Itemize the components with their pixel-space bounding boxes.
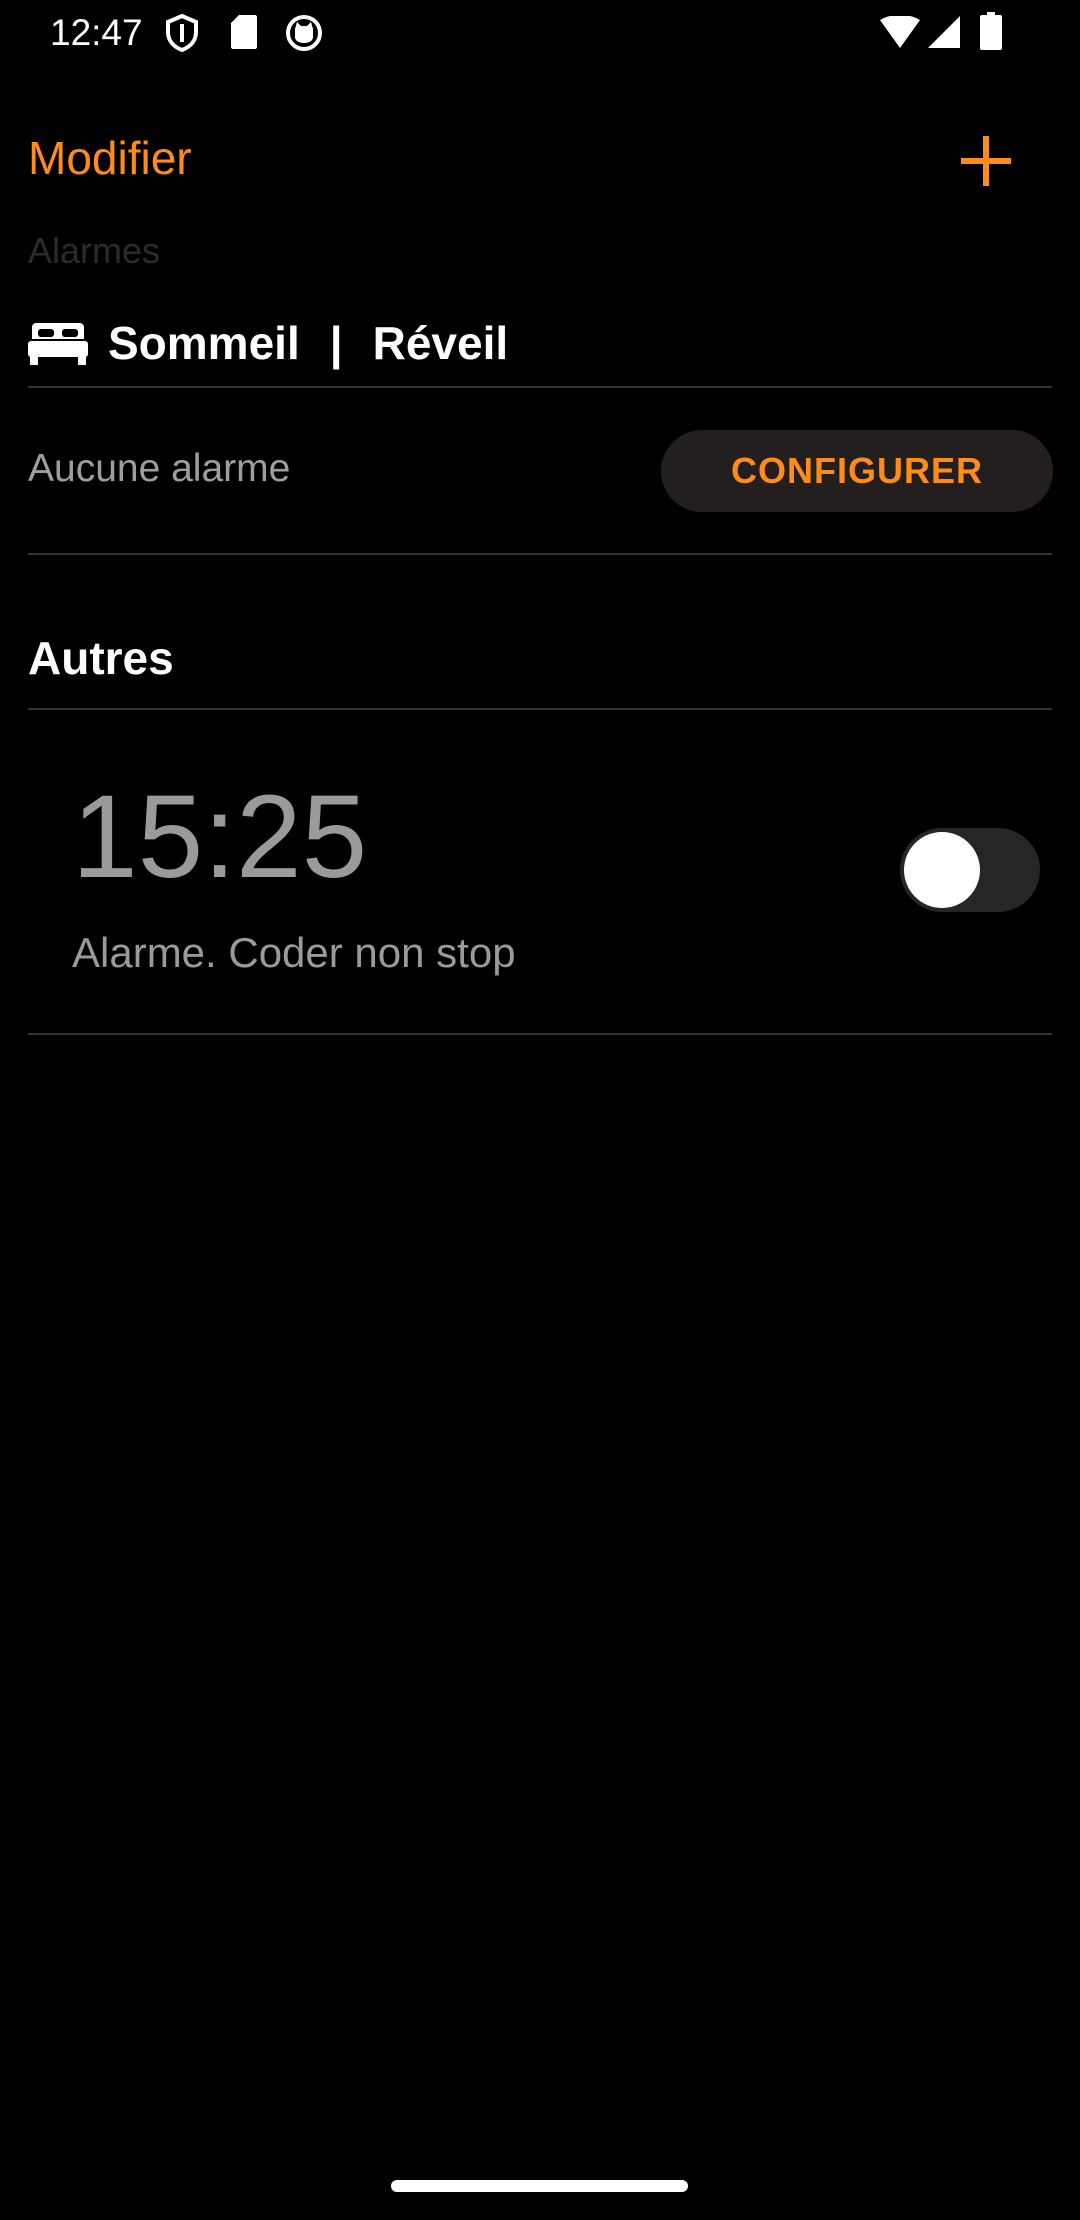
status-time: 12:47 — [50, 12, 143, 53]
status-bar: 12:47 — [0, 0, 1080, 66]
plus-icon — [961, 136, 1011, 186]
alarms-caption: Alarmes — [28, 230, 161, 271]
no-alarm-text: Aucune alarme — [28, 447, 291, 490]
alarm-time: 15:25 — [72, 771, 368, 903]
vpn-shield-icon — [166, 14, 198, 52]
battery-icon — [980, 12, 1002, 50]
header-separator: | — [329, 317, 343, 369]
divider — [28, 1033, 1052, 1035]
sleep-label: Sommeil — [108, 317, 300, 369]
sd-card-icon — [231, 15, 257, 49]
configure-button[interactable]: CONFIGURER — [661, 430, 1053, 512]
others-section-title: Autres — [28, 632, 174, 684]
sleep-wake-header: Sommeil | Réveil — [28, 312, 508, 374]
alarm-list-item[interactable]: 15:25 Alarme. Coder non stop — [0, 712, 1080, 1032]
home-indicator[interactable] — [391, 2180, 688, 2192]
cell-signal-icon — [928, 16, 960, 48]
edit-button[interactable]: Modifier — [28, 130, 192, 186]
divider — [28, 553, 1052, 555]
divider — [28, 386, 1052, 388]
toggle-thumb — [904, 832, 980, 908]
wake-label: Réveil — [372, 317, 509, 369]
top-nav: Modifier — [0, 110, 1080, 210]
divider — [28, 708, 1052, 710]
bed-icon — [28, 323, 88, 365]
alarm-toggle[interactable] — [900, 828, 1040, 912]
cat-icon — [286, 15, 322, 51]
add-alarm-button[interactable] — [955, 130, 1017, 192]
alarm-label: Alarme. Coder non stop — [72, 929, 516, 976]
wifi-icon — [880, 16, 920, 48]
